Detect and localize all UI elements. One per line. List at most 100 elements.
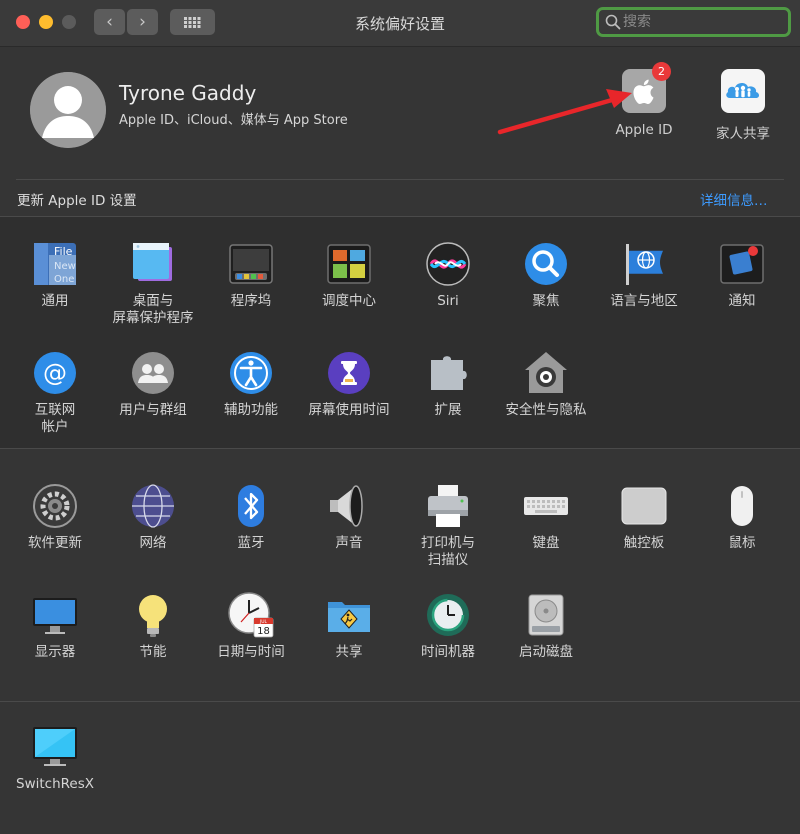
- monitor-icon: [33, 727, 77, 766]
- pane-label: 程序坞: [230, 293, 272, 309]
- pane-startup-disk[interactable]: 启动磁盘: [497, 592, 595, 661]
- accessibility-icon: [230, 352, 272, 394]
- at-icon: @: [34, 352, 76, 394]
- svg-text:18: 18: [257, 626, 270, 637]
- pane-trackpad[interactable]: 触控板: [595, 483, 693, 552]
- pane-label: 打印机与 扫描仪: [421, 535, 475, 568]
- pane-label: 共享: [335, 644, 363, 660]
- pane-energy-saver[interactable]: 节能: [104, 592, 202, 661]
- notification-icon: [720, 244, 764, 284]
- dock-icon: [229, 244, 273, 284]
- pane-bluetooth[interactable]: 蓝牙: [202, 483, 300, 552]
- pane-label: 声音: [335, 535, 363, 551]
- pane-switchresx[interactable]: SwitchResX: [6, 724, 104, 793]
- pane-network[interactable]: 网络: [104, 483, 202, 552]
- notification-badge: 2: [652, 62, 671, 81]
- pane-label: 鼠标: [728, 535, 756, 551]
- speaker-icon: [330, 485, 363, 527]
- pane-label: 触控板: [623, 535, 665, 551]
- pane-security-privacy[interactable]: 安全性与隐私: [497, 350, 595, 419]
- pane-label: 时间机器: [421, 644, 475, 660]
- pane-displays[interactable]: 显示器: [6, 592, 104, 661]
- pane-date-time[interactable]: JUL 18 日期与时间: [202, 592, 300, 661]
- printer-icon: [428, 485, 468, 527]
- show-all-button[interactable]: [170, 9, 215, 35]
- pane-label: 扩展: [434, 402, 462, 418]
- pane-internet-accounts[interactable]: @ 互联网 帐户: [6, 350, 104, 436]
- pane-mouse[interactable]: 鼠标: [693, 483, 791, 552]
- pane-label: 网络: [139, 535, 167, 551]
- pane-mission-control[interactable]: 调度中心: [300, 241, 398, 310]
- pane-label: 互联网 帐户: [34, 402, 76, 435]
- pane-label: 辅助功能: [224, 402, 278, 418]
- pane-software-update[interactable]: 软件更新: [6, 483, 104, 552]
- pane-screen-time[interactable]: 屏幕使用时间: [300, 350, 398, 419]
- pane-sharing[interactable]: 共享: [300, 592, 398, 661]
- pane-desktop-screensaver[interactable]: 桌面与 屏幕保护程序: [104, 241, 202, 327]
- pane-accessibility[interactable]: 辅助功能: [202, 350, 300, 419]
- flag-icon: [626, 244, 663, 285]
- family-sharing-label: 家人共享: [716, 126, 770, 142]
- pane-label: 软件更新: [28, 535, 82, 551]
- family-sharing-pane[interactable]: 家人共享: [698, 68, 788, 142]
- pane-label: 聚焦: [532, 293, 560, 309]
- pane-label: 通用: [41, 293, 69, 309]
- avatar[interactable]: [30, 72, 106, 148]
- divider: [0, 701, 800, 702]
- pane-label: SwitchResX: [16, 776, 94, 792]
- search-icon: [605, 14, 621, 30]
- pane-dock[interactable]: 程序坞: [202, 241, 300, 310]
- hourglass-icon: [328, 352, 370, 394]
- users-icon: [132, 352, 174, 394]
- forward-button[interactable]: ›: [127, 9, 158, 35]
- pane-printers-scanners[interactable]: 打印机与 扫描仪: [399, 483, 497, 569]
- search-field[interactable]: [596, 7, 791, 37]
- pane-language-region[interactable]: 语言与地区: [595, 241, 693, 310]
- house-lock-icon: [525, 352, 567, 393]
- pane-label: 通知: [728, 293, 756, 309]
- user-subtitle: Apple ID、iCloud、媒体与 App Store: [119, 113, 348, 128]
- pane-users-groups[interactable]: 用户与群组: [104, 350, 202, 419]
- pane-siri[interactable]: Siri: [399, 241, 497, 310]
- divider: [0, 216, 800, 217]
- zoom-button[interactable]: [62, 15, 76, 29]
- pane-label: 桌面与 屏幕保护程序: [112, 293, 194, 326]
- puzzle-icon: [431, 356, 467, 390]
- pane-label: 安全性与隐私: [505, 402, 587, 418]
- back-button[interactable]: ‹: [94, 9, 125, 35]
- svg-text:@: @: [43, 359, 67, 387]
- pane-label: 键盘: [532, 535, 560, 551]
- pane-sound[interactable]: 声音: [300, 483, 398, 552]
- pane-label: Siri: [437, 293, 459, 309]
- pane-label: 启动磁盘: [519, 644, 573, 660]
- pane-notifications[interactable]: 通知: [693, 241, 791, 310]
- search-input[interactable]: [623, 12, 783, 32]
- pane-label: 日期与时间: [217, 644, 285, 660]
- apple-id-pane[interactable]: 2 Apple ID: [599, 62, 689, 138]
- gear-icon: [33, 484, 77, 528]
- close-button[interactable]: [16, 15, 30, 29]
- pane-extensions[interactable]: 扩展: [399, 350, 497, 419]
- details-link[interactable]: 详细信息…: [700, 189, 768, 209]
- grid-icon: [184, 17, 201, 28]
- globe-icon: [132, 484, 174, 528]
- clock-icon: JUL 18: [228, 592, 274, 638]
- svg-text:File: File: [54, 245, 73, 258]
- family-icon: [721, 69, 765, 113]
- pane-keyboard[interactable]: 键盘: [497, 483, 595, 552]
- pane-general[interactable]: File New One 通用: [6, 241, 104, 310]
- display-icon: [33, 598, 77, 634]
- svg-text:JUL: JUL: [259, 619, 268, 625]
- pane-time-machine[interactable]: 时间机器: [399, 592, 497, 661]
- time-machine-icon: [427, 594, 469, 636]
- pane-spotlight[interactable]: 聚焦: [497, 241, 595, 310]
- divider: [16, 179, 784, 180]
- svg-text:One: One: [54, 274, 74, 285]
- pane-label: 显示器: [34, 644, 76, 660]
- svg-text:New: New: [54, 261, 76, 272]
- minimize-button[interactable]: [39, 15, 53, 29]
- desktop-icon: [133, 243, 172, 281]
- apple-id-label: Apple ID: [615, 122, 673, 138]
- general-icon: File New One: [34, 243, 76, 285]
- divider: [0, 448, 800, 449]
